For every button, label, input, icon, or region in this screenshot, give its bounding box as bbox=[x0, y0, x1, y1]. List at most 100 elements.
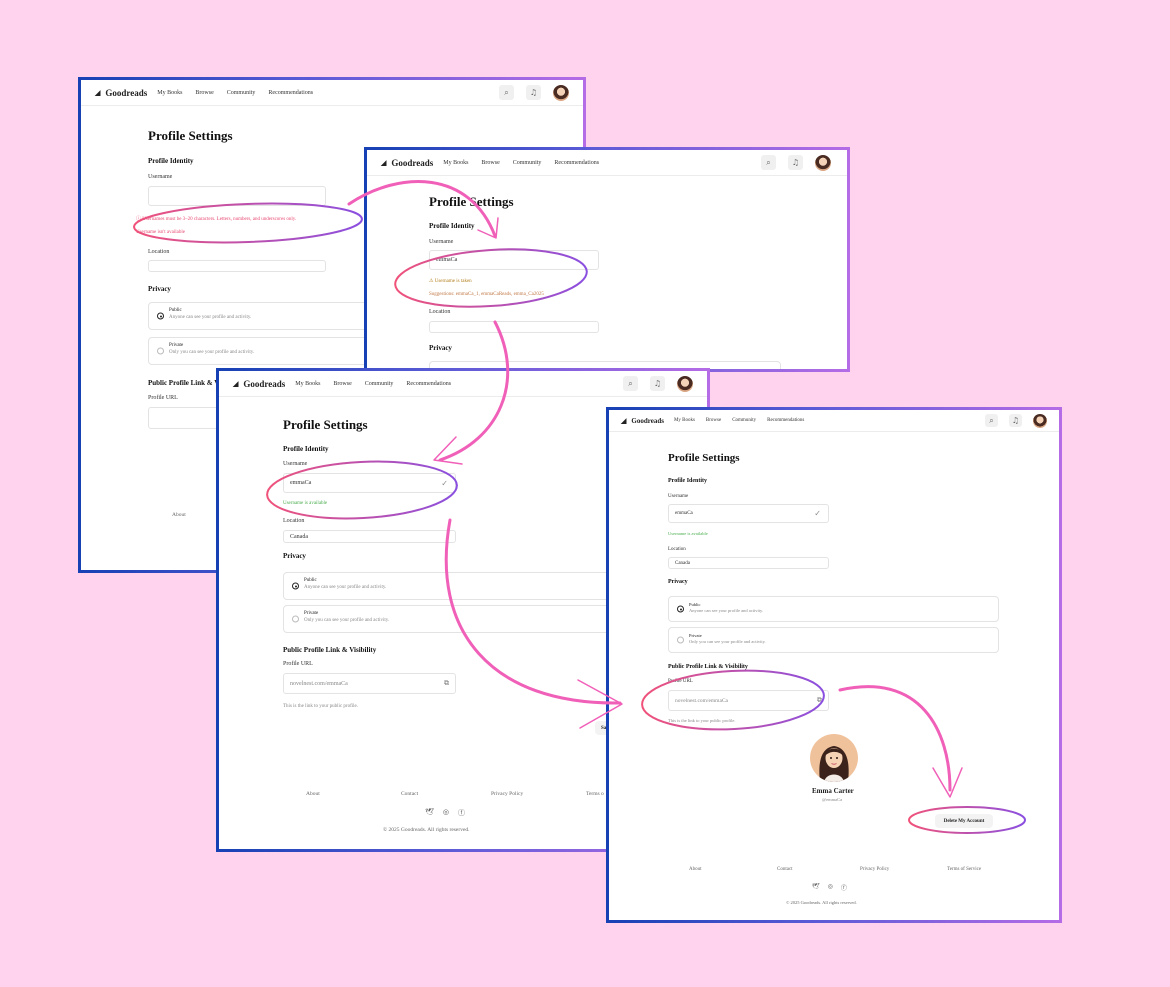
profile-name: Emma Carter bbox=[812, 787, 854, 795]
username-input[interactable] bbox=[148, 186, 326, 206]
avatar[interactable] bbox=[677, 375, 693, 392]
username-suggestions[interactable]: Suggestions: emmaCa_1, emmaCaReads, emma… bbox=[429, 292, 544, 297]
profile-handle: @emmaCa bbox=[822, 797, 843, 802]
top-nav: ◢ Goodreads My Books Browse Community Rec… bbox=[367, 150, 847, 176]
section-privacy: Privacy bbox=[148, 285, 171, 293]
nav-my-books[interactable]: My Books bbox=[295, 381, 320, 387]
section-profile-identity: Profile Identity bbox=[668, 478, 708, 484]
nav-my-books[interactable]: My Books bbox=[157, 90, 182, 96]
facebook-icon[interactable]: ⓕ bbox=[458, 808, 465, 818]
location-input[interactable] bbox=[148, 260, 326, 272]
copy-icon[interactable]: ⧉ bbox=[817, 696, 822, 705]
public-title: Public bbox=[304, 578, 317, 583]
bell-icon[interactable]: ♫ bbox=[526, 85, 541, 100]
privacy-private-option[interactable]: Private Only you can see your profile an… bbox=[283, 605, 623, 633]
twitter-icon[interactable]: 🕊 bbox=[812, 883, 820, 892]
footer-about[interactable]: About bbox=[172, 512, 186, 518]
radio-private[interactable] bbox=[677, 636, 684, 644]
footer-terms[interactable]: Terms o bbox=[586, 791, 604, 797]
instagram-icon[interactable]: ◎ bbox=[443, 808, 449, 818]
profile-avatar-large bbox=[810, 734, 858, 782]
nav-browse[interactable]: Browse bbox=[333, 381, 351, 387]
privacy-public-option[interactable]: Public Anyone can see your profile and a… bbox=[148, 302, 373, 330]
brand[interactable]: ◢ Goodreads bbox=[95, 88, 147, 98]
section-privacy: Privacy bbox=[429, 344, 452, 352]
nav-my-books[interactable]: My Books bbox=[674, 418, 695, 423]
nav-recommendations[interactable]: Recommendations bbox=[268, 90, 313, 96]
search-icon[interactable]: ⌕ bbox=[623, 376, 638, 391]
logo-icon: ◢ bbox=[621, 416, 627, 425]
username-label: Username bbox=[148, 174, 173, 180]
profile-url-label: Profile URL bbox=[283, 661, 313, 667]
delete-account-button[interactable]: Delete My Account bbox=[935, 814, 993, 828]
username-rule-message: ⓘ Usernames must be 3–20 characters. Let… bbox=[136, 217, 297, 222]
instagram-icon[interactable]: ◎ bbox=[828, 883, 833, 892]
bell-icon[interactable]: ♫ bbox=[650, 376, 665, 391]
username-input[interactable]: emmaCa bbox=[429, 250, 599, 270]
facebook-icon[interactable]: ⓕ bbox=[841, 883, 847, 892]
radio-public[interactable] bbox=[677, 605, 684, 613]
footer-contact[interactable]: Contact bbox=[401, 791, 418, 797]
radio-private[interactable] bbox=[157, 347, 164, 355]
location-input[interactable]: Canada bbox=[283, 530, 456, 543]
brand-name: Goodreads bbox=[631, 416, 664, 425]
username-input[interactable]: emmaCa ✓ bbox=[283, 473, 456, 493]
nav-browse[interactable]: Browse bbox=[481, 160, 499, 166]
footer-privacy-policy[interactable]: Privacy Policy bbox=[860, 867, 889, 872]
avatar[interactable] bbox=[553, 84, 569, 101]
search-icon[interactable]: ⌕ bbox=[499, 85, 514, 100]
nav-recommendations[interactable]: Recommendations bbox=[767, 418, 804, 423]
nav-my-books[interactable]: My Books bbox=[443, 160, 468, 166]
footer-privacy-policy[interactable]: Privacy Policy bbox=[491, 791, 523, 797]
avatar[interactable] bbox=[815, 154, 831, 171]
radio-public[interactable] bbox=[157, 312, 164, 320]
section-profile-identity: Profile Identity bbox=[148, 157, 194, 165]
bell-icon[interactable]: ♫ bbox=[1009, 414, 1022, 427]
nav-community[interactable]: Community bbox=[732, 418, 756, 423]
profile-url-hint: This is the link to your public profile. bbox=[283, 704, 358, 709]
brand[interactable]: ◢ Goodreads bbox=[621, 417, 664, 425]
footer-about[interactable]: About bbox=[306, 791, 320, 797]
username-available-message: Username is available bbox=[668, 531, 708, 536]
private-desc: Only you can see your profile and activi… bbox=[169, 350, 255, 355]
nav-community[interactable]: Community bbox=[513, 160, 542, 166]
privacy-private-option[interactable]: Private Only you can see your profile an… bbox=[148, 337, 373, 365]
footer-terms[interactable]: Terms of Service bbox=[947, 867, 981, 872]
private-title: Private bbox=[304, 611, 319, 616]
footer-copyright: © 2025 Goodreads. All rights reserved. bbox=[383, 827, 470, 833]
bell-icon[interactable]: ♫ bbox=[788, 155, 803, 170]
search-icon[interactable]: ⌕ bbox=[761, 155, 776, 170]
nav-recommendations[interactable]: Recommendations bbox=[554, 160, 599, 166]
privacy-public-option[interactable]: Public Anyone can see your profile and a… bbox=[668, 596, 999, 622]
location-input[interactable] bbox=[429, 321, 599, 333]
brand[interactable]: ◢ Goodreads bbox=[381, 158, 433, 168]
nav-browse[interactable]: Browse bbox=[706, 418, 721, 423]
profile-url-label: Profile URL bbox=[148, 395, 178, 401]
location-label: Location bbox=[429, 309, 451, 315]
username-input[interactable]: emmaCa ✓ bbox=[668, 504, 829, 523]
avatar[interactable] bbox=[1033, 413, 1047, 428]
location-input[interactable]: Canada bbox=[668, 557, 829, 569]
twitter-icon[interactable]: 🕊 bbox=[425, 808, 434, 818]
footer-contact[interactable]: Contact bbox=[777, 867, 793, 872]
radio-private[interactable] bbox=[292, 615, 299, 623]
nav-community[interactable]: Community bbox=[227, 90, 256, 96]
top-nav: ◢ Goodreads My Books Browse Community Rec… bbox=[81, 80, 583, 106]
copy-icon[interactable]: ⧉ bbox=[444, 679, 449, 688]
nav-community[interactable]: Community bbox=[365, 381, 394, 387]
profile-url-input[interactable]: novelnest.com/emmaCa ⧉ bbox=[283, 673, 456, 694]
profile-url-input[interactable]: novelnest.com/emmaCa ⧉ bbox=[668, 690, 829, 711]
footer-about[interactable]: About bbox=[689, 867, 702, 872]
privacy-private-option[interactable]: Private Only you can see your profile an… bbox=[668, 627, 999, 653]
search-icon[interactable]: ⌕ bbox=[985, 414, 998, 427]
screen-2-frame: ◢ Goodreads My Books Browse Community Rec… bbox=[364, 147, 850, 372]
profile-url-value: novelnest.com/emmaCa bbox=[675, 697, 728, 704]
screen-4-window: ◢ Goodreads My Books Browse Community Rec… bbox=[609, 410, 1059, 920]
nav-recommendations[interactable]: Recommendations bbox=[406, 381, 451, 387]
radio-public[interactable] bbox=[292, 582, 299, 590]
nav-browse[interactable]: Browse bbox=[195, 90, 213, 96]
privacy-public-option[interactable]: Public Anyone can see your profile and a… bbox=[283, 572, 623, 600]
location-value: Canada bbox=[290, 533, 308, 540]
logo-icon: ◢ bbox=[95, 88, 101, 97]
brand[interactable]: ◢ Goodreads bbox=[233, 379, 285, 389]
